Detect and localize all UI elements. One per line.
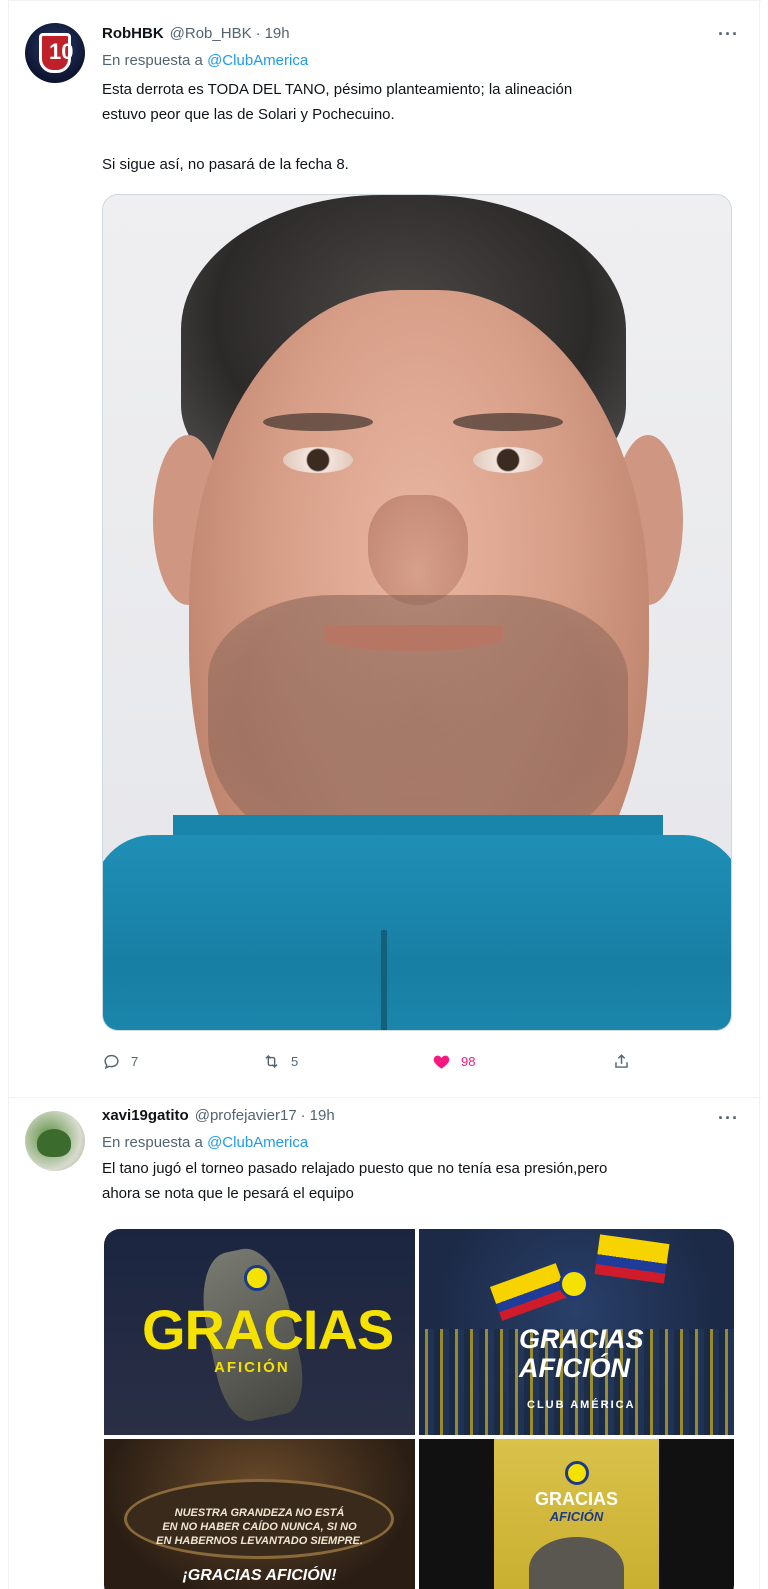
avatar[interactable]: 10 [25, 23, 85, 83]
avatar[interactable] [25, 1111, 85, 1171]
photo-shirt [103, 835, 731, 1030]
photo-grid: GRACIAS AFICIÓN GRACIAS AFICIÓN CLUB AMÉ… [104, 1229, 734, 1589]
timeline: 10 RobHBK @Rob_HBK · 19h ··· En respuesta a… [8, 0, 761, 1589]
tweet-header: xavi19gatito @profejavier17 · 19h [102, 1105, 335, 1127]
handle[interactable]: @Rob_HBK [170, 25, 252, 42]
retweet-icon [265, 1054, 278, 1068]
team-logo-icon: 10 [39, 33, 73, 73]
tweet-text: El tano jugó el torneo pasado relajado p… [102, 1160, 608, 1202]
grid-photo[interactable]: GRACIAS AFICIÓN [104, 1229, 415, 1435]
photo-eyebrow [453, 413, 563, 431]
photo-nose [368, 495, 468, 605]
tweet-header: RobHBK @Rob_HBK · 19h [102, 23, 290, 45]
display-name[interactable]: RobHBK [102, 25, 164, 42]
display-name[interactable]: xavi19gatito [102, 1107, 189, 1124]
club-badge-icon [565, 1461, 589, 1485]
flag-graphic [489, 1263, 569, 1321]
grid-photo[interactable]: GRACIAS AFICIÓN [419, 1439, 734, 1589]
like-count: 98 [461, 1053, 476, 1069]
photo-caption: GRACIAS [142, 1298, 394, 1361]
photo-caption: AFICIÓN [519, 1353, 630, 1383]
club-badge-icon [559, 1269, 589, 1299]
retweet-count: 5 [291, 1053, 299, 1069]
flag-graphic [594, 1234, 670, 1284]
more-options-icon[interactable]: ··· [718, 1107, 739, 1129]
photo-caption: GRACIAS [519, 1324, 644, 1354]
handle[interactable]: @profejavier17 [195, 1107, 297, 1124]
reply-prefix: En respuesta a [102, 1134, 203, 1151]
tweet-photo[interactable] [102, 194, 732, 1031]
grid-photo[interactable]: GRACIAS AFICIÓN CLUB AMÉRICA [419, 1229, 734, 1435]
timestamp[interactable]: 19h [310, 1107, 335, 1124]
reply-context: En respuesta a @ClubAmerica [102, 50, 308, 72]
reply-button[interactable]: 7 [102, 1049, 138, 1073]
reply-prefix: En respuesta a [102, 52, 203, 69]
photo-caption: EN NO HABER CAÍDO NUNCA, SI NO [162, 1521, 357, 1533]
reply-context: En respuesta a @ClubAmerica [102, 1132, 308, 1154]
separator: · [300, 1107, 306, 1124]
photo-caption: ¡GRACIAS AFICIÓN! [182, 1567, 337, 1584]
separator: · [255, 25, 261, 42]
heart-filled-icon [433, 1055, 450, 1069]
reply-icon [104, 1054, 119, 1069]
photo-mouth [323, 625, 503, 651]
tweet[interactable]: xavi19gatito @profejavier17 · 19h ··· En re… [9, 1099, 761, 1589]
like-button[interactable]: 98 [432, 1049, 475, 1073]
photo-subcaption: AFICIÓN [549, 1509, 604, 1524]
more-options-icon[interactable]: ··· [718, 23, 739, 45]
reply-mention-link[interactable]: @ClubAmerica [207, 52, 308, 69]
photo-caption: NUESTRA GRANDEZA NO ESTÁ [174, 1507, 345, 1519]
tweet[interactable]: 10 RobHBK @Rob_HBK · 19h ··· En respuesta a… [9, 0, 761, 1098]
photo-eyebrow [263, 413, 373, 431]
grid-photo[interactable]: NUESTRA GRANDEZA NO ESTÁ EN NO HABER CAÍ… [104, 1439, 415, 1589]
photo-subcaption: AFICIÓN [214, 1359, 290, 1376]
photo-zipper [381, 930, 387, 1030]
photo-caption: EN HABERNOS LEVANTADO SIEMPRE. [156, 1535, 363, 1547]
photo-eye [473, 447, 543, 473]
stadium-graphic [124, 1479, 394, 1559]
cat-photo-icon [37, 1129, 71, 1157]
reply-mention-link[interactable]: @ClubAmerica [207, 1134, 308, 1151]
tweet-actions: 7 5 98 [102, 1049, 642, 1073]
tweet-text: Esta derrota es TODA DEL TANO, pésimo pl… [102, 81, 573, 173]
timestamp[interactable]: 19h [265, 25, 290, 42]
reply-count: 7 [131, 1053, 139, 1069]
share-icon [615, 1053, 628, 1068]
retweet-button[interactable]: 5 [262, 1049, 298, 1073]
share-button[interactable] [612, 1049, 631, 1073]
photo-subcaption: CLUB AMÉRICA [527, 1399, 636, 1411]
club-badge-icon [244, 1265, 270, 1291]
photo-eye [283, 447, 353, 473]
photo-caption: GRACIAS [534, 1489, 618, 1509]
